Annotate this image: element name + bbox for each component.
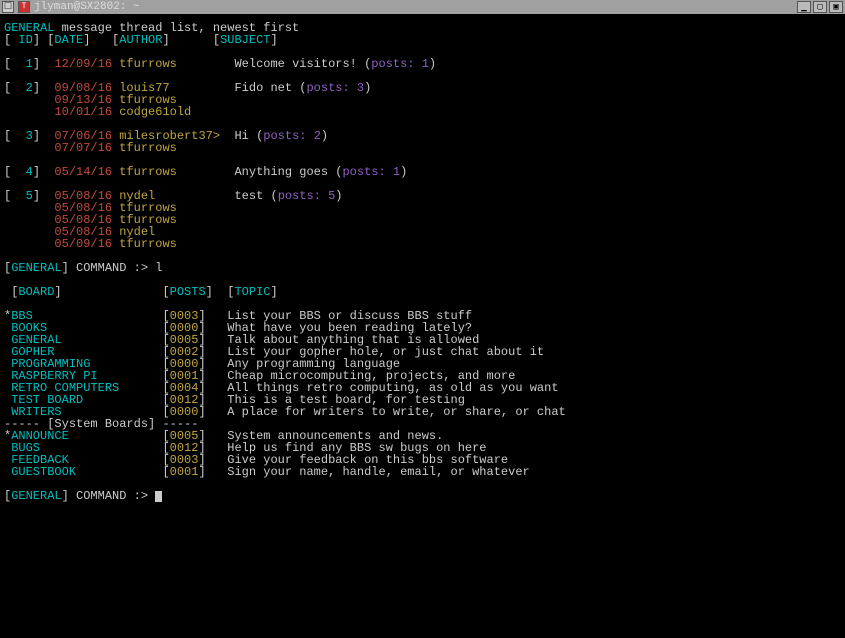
- board-posts: 0001: [170, 465, 199, 479]
- col-author: AUTHOR: [119, 33, 162, 47]
- thread-posts: posts: 1: [371, 57, 429, 71]
- col-board: BOARD: [18, 285, 54, 299]
- thread-author: tfurrows: [119, 165, 227, 179]
- prompt-label: ] COMMAND :>: [62, 261, 156, 275]
- thread-posts: posts: 5: [278, 189, 336, 203]
- thread-posts: posts: 1: [342, 165, 400, 179]
- thread-author: tfurrows: [119, 57, 227, 71]
- window-title: jlyman@SX2802: ~: [34, 2, 140, 13]
- thread-author: tfurrows: [119, 141, 227, 155]
- board-row[interactable]: GUESTBOOK [0001] Sign your name, handle,…: [4, 466, 841, 478]
- thread-row[interactable]: 10/01/16 codge61old: [4, 106, 841, 118]
- thread-row[interactable]: [ 1] 12/09/16 tfurrows Welcome visitors!…: [4, 58, 841, 70]
- thread-subject: Welcome visitors! (: [227, 57, 371, 71]
- minimize-button[interactable]: ▁: [797, 1, 811, 13]
- thread-subject: test (: [227, 189, 277, 203]
- terminal-output[interactable]: GENERAL message thread list, newest firs…: [0, 14, 845, 506]
- board-link[interactable]: GUESTBOOK: [11, 465, 162, 479]
- col-topic: TOPIC: [234, 285, 270, 299]
- thread-row[interactable]: 05/09/16 tfurrows: [4, 238, 841, 250]
- prompt-board: GENERAL: [11, 261, 61, 275]
- prompt-label: ] COMMAND :>: [62, 489, 156, 503]
- thread-posts: posts: 2: [263, 129, 321, 143]
- app-icon: T: [18, 1, 30, 13]
- board-topic: A place for writers to write, or share, …: [227, 405, 565, 419]
- system-menu-icon[interactable]: □: [2, 1, 14, 13]
- thread-subject: Anything goes (: [227, 165, 342, 179]
- thread-author: tfurrows: [119, 237, 227, 251]
- thread-subject: Hi (: [227, 129, 263, 143]
- thread-date: 10/01/16: [54, 105, 112, 119]
- thread-posts: posts: 3: [306, 81, 364, 95]
- maximize-button[interactable]: ▢: [813, 1, 827, 13]
- col-id: ID: [18, 33, 32, 47]
- terminal-cursor[interactable]: [155, 491, 162, 502]
- thread-date: 05/14/16: [54, 165, 112, 179]
- close-button[interactable]: ▣: [829, 1, 843, 13]
- col-date: DATE: [54, 33, 83, 47]
- window-titlebar: □ T jlyman@SX2802: ~ ▁ ▢ ▣: [0, 0, 845, 14]
- thread-subject: Fido net (: [227, 81, 306, 95]
- thread-id[interactable]: 1: [11, 57, 33, 71]
- thread-date: 07/07/16: [54, 141, 112, 155]
- board-topic: Sign your name, handle, email, or whatev…: [227, 465, 529, 479]
- col-subject: SUBJECT: [220, 33, 270, 47]
- thread-date: 12/09/16: [54, 57, 112, 71]
- thread-row[interactable]: 07/07/16 tfurrows: [4, 142, 841, 154]
- thread-author: codge61old: [119, 105, 227, 119]
- thread-date: 05/09/16: [54, 237, 112, 251]
- prompt-board: GENERAL: [11, 489, 61, 503]
- thread-id[interactable]: 4: [11, 165, 33, 179]
- command-input[interactable]: l: [155, 261, 162, 275]
- thread-row[interactable]: [ 4] 05/14/16 tfurrows Anything goes (po…: [4, 166, 841, 178]
- col-posts: POSTS: [170, 285, 206, 299]
